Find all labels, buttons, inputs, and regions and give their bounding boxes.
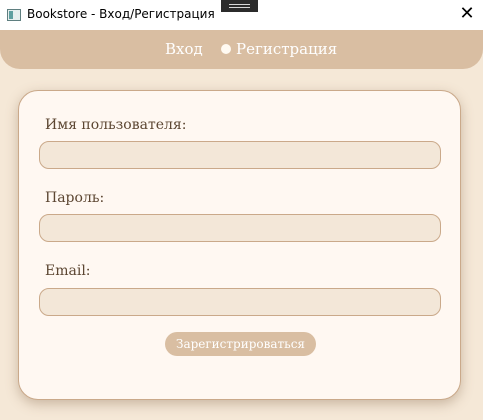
email-label: Email: <box>45 263 91 279</box>
tab-register[interactable]: Регистрация <box>221 40 337 58</box>
active-dot-icon <box>221 44 231 54</box>
window-titlebar: Bookstore - Вход/Регистрация ✕ <box>0 0 483 30</box>
username-input[interactable] <box>39 141 441 169</box>
nav-bar: Вход Регистрация <box>0 30 483 69</box>
registration-card: Имя пользователя: Пароль: Email: Зарегис… <box>18 90 461 400</box>
register-button[interactable]: Зарегистрироваться <box>165 332 316 356</box>
tab-login[interactable]: Вход <box>165 40 203 58</box>
app-icon <box>7 9 21 21</box>
window-title: Bookstore - Вход/Регистрация <box>27 7 215 21</box>
close-icon[interactable]: ✕ <box>456 3 478 25</box>
grip-line <box>229 4 250 5</box>
grip-line <box>229 7 250 8</box>
tab-register-label: Регистрация <box>236 40 338 58</box>
drag-handle[interactable] <box>221 0 258 12</box>
password-label: Пароль: <box>45 190 105 206</box>
password-input[interactable] <box>39 214 441 242</box>
username-label: Имя пользователя: <box>45 117 187 133</box>
email-input[interactable] <box>39 288 441 316</box>
